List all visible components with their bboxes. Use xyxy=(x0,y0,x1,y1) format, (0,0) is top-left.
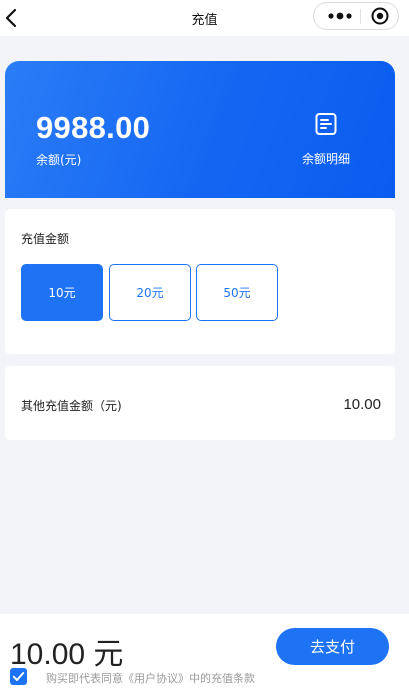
nav-bar: 充值 xyxy=(0,0,409,36)
more-button[interactable] xyxy=(322,3,358,29)
mini-program-capsule xyxy=(313,2,399,30)
recharge-amount-title: 充值金额 xyxy=(21,232,70,246)
close-button[interactable] xyxy=(366,3,396,29)
amount-option-20[interactable]: 20元 xyxy=(109,264,191,321)
more-dots-icon xyxy=(328,12,352,20)
other-amount-card: 其他充值金额（元) xyxy=(5,366,395,440)
checkmark-icon xyxy=(12,672,25,681)
bottom-bar: 10.00 元 去支付 购买即代表同意《用户协议》中的充值条款 xyxy=(0,614,409,700)
balance-detail-link[interactable]: 余额明细 xyxy=(290,109,362,169)
recharge-amount-card: 充值金额 10元 20元 50元 xyxy=(5,209,395,354)
other-amount-label: 其他充值金额（元) xyxy=(21,399,122,413)
capsule-divider xyxy=(360,9,361,24)
amount-option-10[interactable]: 10元 xyxy=(21,264,103,321)
document-list-icon xyxy=(315,113,337,135)
target-circle-icon xyxy=(371,7,389,25)
agreement-text: 购买即代表同意《用户协议》中的充值条款 xyxy=(46,672,255,685)
amount-option-50[interactable]: 50元 xyxy=(196,264,278,321)
total-amount: 10.00 元 xyxy=(10,638,124,671)
agreement-checkbox[interactable] xyxy=(10,668,27,685)
pay-button[interactable]: 去支付 xyxy=(276,628,389,665)
other-amount-input[interactable] xyxy=(261,391,381,417)
balance-label: 余额(元) xyxy=(36,153,82,167)
balance-amount: 9988.00 xyxy=(36,110,151,145)
balance-detail-label: 余额明细 xyxy=(301,152,350,166)
balance-card: 9988.00 余额(元) 余额明细 xyxy=(5,61,395,198)
